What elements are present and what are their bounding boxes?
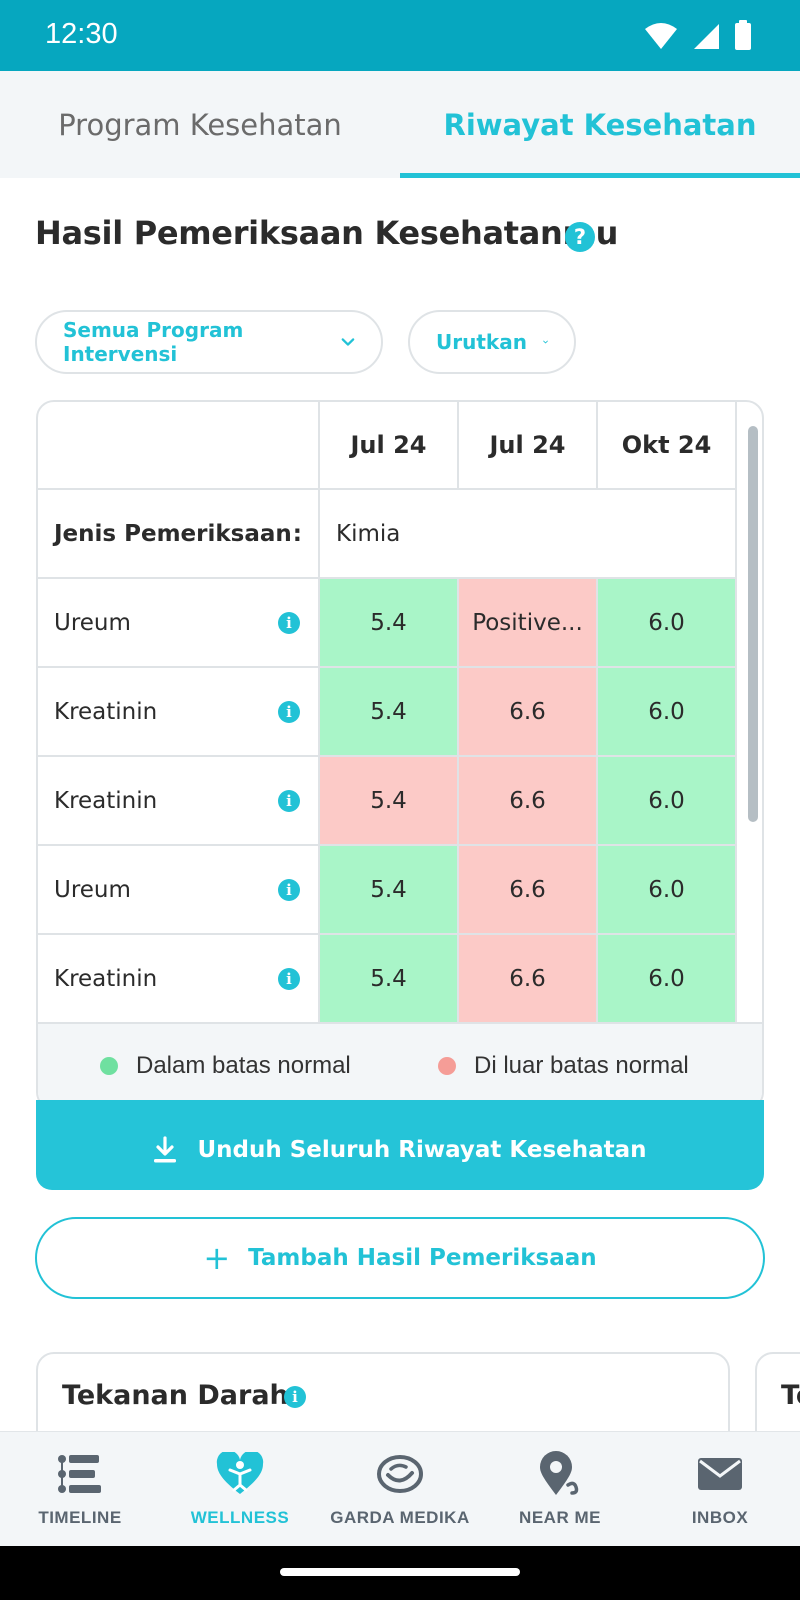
- result-cell-normal[interactable]: 6.0: [598, 846, 737, 935]
- result-cell-abnormal[interactable]: 6.6: [459, 757, 598, 846]
- result-cell-normal[interactable]: 5.4: [320, 846, 459, 935]
- type-separator: :: [292, 520, 302, 547]
- nav-label: GARDA MEDIKA: [330, 1508, 470, 1527]
- result-cell-abnormal[interactable]: 5.4: [320, 757, 459, 846]
- page-title: Hasil Pemeriksaan Kesehatanmu: [35, 214, 619, 252]
- health-results-table[interactable]: Jul 24 Jul 24 Okt 24 Jenis Pemeriksaan :…: [36, 400, 764, 1110]
- tab-riwayat-kesehatan[interactable]: Riwayat Kesehatan: [400, 71, 800, 178]
- test-name: Ureum: [54, 876, 131, 903]
- type-value: Kimia: [336, 520, 401, 547]
- test-name: Kreatinin: [54, 698, 158, 725]
- result-cell-normal[interactable]: 5.4: [320, 579, 459, 668]
- timeline-icon: [57, 1450, 103, 1498]
- wifi-icon: [645, 23, 677, 49]
- result-cell-abnormal[interactable]: 6.6: [459, 668, 598, 757]
- result-cell-normal[interactable]: 6.0: [598, 935, 737, 1024]
- row-label-ureum: Ureum i: [38, 846, 320, 935]
- plus-icon: +: [203, 1239, 231, 1277]
- table-scrollbar-thumb[interactable]: [748, 426, 758, 822]
- envelope-icon: [697, 1450, 743, 1498]
- row-label-kreatinin: Kreatinin i: [38, 935, 320, 1024]
- type-value-cell: Kimia: [320, 490, 737, 579]
- normal-dot: [100, 1057, 118, 1075]
- type-label-cell: Jenis Pemeriksaan :: [38, 490, 320, 579]
- tab-label: Riwayat Kesehatan: [443, 107, 757, 142]
- download-history-button[interactable]: Unduh Seluruh Riwayat Kesehatan: [36, 1100, 764, 1190]
- type-label: Jenis Pemeriksaan: [54, 520, 292, 547]
- result-cell-abnormal[interactable]: 6.6: [459, 846, 598, 935]
- column-header-date[interactable]: Okt 24: [598, 402, 737, 490]
- battery-icon: [735, 20, 751, 50]
- abnormal-dot: [438, 1057, 456, 1075]
- home-gesture-handle[interactable]: [280, 1568, 520, 1576]
- test-name: Kreatinin: [54, 965, 158, 992]
- add-result-button[interactable]: + Tambah Hasil Pemeriksaan: [35, 1217, 765, 1299]
- sort-label: Urutkan: [436, 330, 527, 354]
- chevron-down-icon: [543, 340, 548, 344]
- chevron-down-icon: [341, 338, 355, 346]
- nav-near-me[interactable]: NEAR ME: [480, 1432, 640, 1547]
- info-icon[interactable]: i: [278, 878, 300, 901]
- nav-wellness[interactable]: WELLNESS: [160, 1432, 320, 1547]
- result-cell-normal[interactable]: 5.4: [320, 935, 459, 1024]
- row-label-ureum: Ureum i: [38, 579, 320, 668]
- row-label-kreatinin: Kreatinin i: [38, 668, 320, 757]
- tab-bar: Program Kesehatan Riwayat Kesehatan: [0, 71, 800, 178]
- sort-dropdown[interactable]: Urutkan: [408, 310, 576, 374]
- result-cell-abnormal[interactable]: 6.6: [459, 935, 598, 1024]
- legend-abnormal-label: Di luar batas normal: [474, 1052, 689, 1079]
- tab-label: Program Kesehatan: [58, 107, 342, 142]
- test-name: Ureum: [54, 609, 131, 636]
- column-header-date[interactable]: Jul 24: [320, 402, 459, 490]
- signal-icon: [694, 24, 719, 49]
- program-filter-dropdown[interactable]: Semua Program Intervensi: [35, 310, 383, 374]
- card-title: Te: [781, 1380, 800, 1411]
- result-cell-normal[interactable]: 6.0: [598, 579, 737, 668]
- add-label: Tambah Hasil Pemeriksaan: [248, 1245, 597, 1271]
- row-label-kreatinin: Kreatinin i: [38, 757, 320, 846]
- info-icon[interactable]: i: [278, 789, 300, 812]
- result-cell-abnormal[interactable]: Positive...: [459, 579, 598, 668]
- active-tab-indicator: [400, 173, 800, 178]
- nav-timeline[interactable]: TIMELINE: [0, 1432, 160, 1547]
- download-label: Unduh Seluruh Riwayat Kesehatan: [197, 1137, 647, 1163]
- status-icons: [644, 20, 752, 50]
- legend-normal: Dalam batas normal: [100, 1052, 351, 1080]
- info-icon[interactable]: i: [278, 700, 300, 723]
- status-time: 12:30: [45, 18, 118, 50]
- info-icon[interactable]: i: [278, 967, 300, 990]
- bottom-navigation: TIMELINE WELLNESS GARDA MEDIKA NEAR ME I…: [0, 1431, 800, 1546]
- card-title: Tekanan Darah: [62, 1380, 289, 1411]
- program-filter-label: Semua Program Intervensi: [63, 318, 244, 366]
- tab-program-kesehatan[interactable]: Program Kesehatan: [0, 71, 400, 178]
- system-navigation-bar: [0, 1546, 800, 1600]
- nav-label: NEAR ME: [519, 1508, 601, 1527]
- result-cell-normal[interactable]: 5.4: [320, 668, 459, 757]
- legend-normal-label: Dalam batas normal: [136, 1052, 351, 1079]
- column-header-date[interactable]: Jul 24: [459, 402, 598, 490]
- nav-garda-medika[interactable]: GARDA MEDIKA: [320, 1432, 480, 1547]
- info-icon[interactable]: i: [278, 611, 300, 634]
- info-icon[interactable]: i: [284, 1386, 306, 1408]
- result-cell-normal[interactable]: 6.0: [598, 757, 737, 846]
- wellness-heart-icon: [216, 1450, 264, 1498]
- nav-label: TIMELINE: [38, 1508, 122, 1527]
- garda-medika-icon: [376, 1450, 424, 1498]
- result-cell-normal[interactable]: 6.0: [598, 668, 737, 757]
- test-name: Kreatinin: [54, 787, 158, 814]
- location-pin-icon: [538, 1450, 582, 1498]
- nav-inbox[interactable]: INBOX: [640, 1432, 800, 1547]
- download-icon: [154, 1136, 177, 1163]
- nav-label: INBOX: [691, 1508, 749, 1527]
- status-bar: 12:30: [0, 0, 800, 71]
- legend-abnormal: Di luar batas normal: [438, 1052, 689, 1080]
- legend: Dalam batas normal Di luar batas normal: [38, 1022, 762, 1108]
- corner-cell: [38, 402, 320, 490]
- help-icon[interactable]: ?: [565, 222, 595, 252]
- nav-label: WELLNESS: [190, 1508, 290, 1527]
